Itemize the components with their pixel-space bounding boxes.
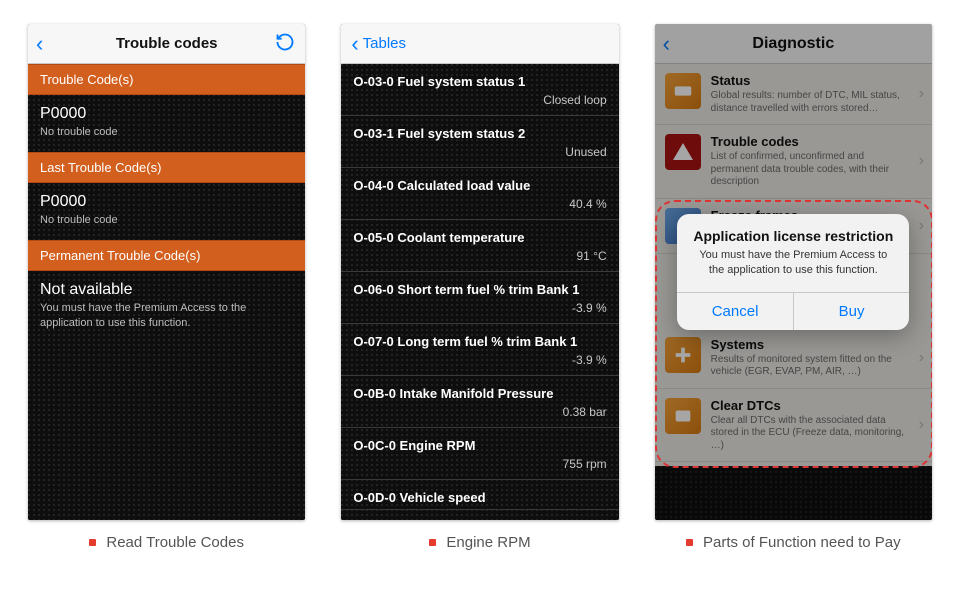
data-row[interactable]: O-0B-0 Intake Manifold Pressure0.38 bar	[341, 376, 618, 428]
alert-title: Application license restriction	[677, 214, 909, 248]
caption-1: Read Trouble Codes	[28, 534, 305, 551]
code-item[interactable]: Not available You must have the Premium …	[28, 271, 305, 343]
data-row[interactable]: O-04-0 Calculated load value40.4 %	[341, 168, 618, 220]
screen-trouble-codes: ‹ Trouble codes Trouble Code(s) P0000 No…	[28, 24, 305, 520]
not-available-desc: You must have the Premium Access to the …	[40, 301, 293, 331]
section-trouble-codes: Trouble Code(s)	[28, 64, 305, 95]
data-row[interactable]: O-05-0 Coolant temperature91 °C	[341, 220, 618, 272]
chevron-left-icon: ‹	[36, 33, 43, 55]
data-row[interactable]: O-0D-0 Vehicle speed	[341, 480, 618, 510]
bullet-icon	[686, 539, 693, 546]
data-row[interactable]: O-0C-0 Engine RPM755 rpm	[341, 428, 618, 480]
section-permanent-trouble-codes: Permanent Trouble Code(s)	[28, 240, 305, 271]
cancel-button[interactable]: Cancel	[677, 293, 793, 330]
code-value: P0000	[40, 193, 293, 211]
code-value: P0000	[40, 105, 293, 123]
caption-2: Engine RPM	[341, 534, 618, 551]
data-row[interactable]: O-07-0 Long term fuel % trim Bank 1-3.9 …	[341, 324, 618, 376]
refresh-button[interactable]	[275, 32, 295, 56]
alert-message: You must have the Premium Access to the …	[677, 248, 909, 292]
chevron-left-icon: ‹	[351, 33, 358, 55]
back-label: Tables	[363, 35, 406, 52]
code-desc: No trouble code	[40, 125, 293, 140]
not-available-title: Not available	[40, 281, 293, 299]
nav-title: Trouble codes	[116, 35, 218, 52]
section-last-trouble-codes: Last Trouble Code(s)	[28, 152, 305, 183]
refresh-icon	[275, 32, 295, 52]
back-button[interactable]: ‹ Tables	[351, 33, 406, 55]
screen-diagnostic: ‹ Diagnostic StatusGlobal results: numbe…	[655, 24, 932, 520]
data-row[interactable]: O-03-0 Fuel system status 1Closed loop	[341, 64, 618, 116]
bullet-icon	[429, 539, 436, 546]
code-item[interactable]: P0000 No trouble code	[28, 95, 305, 152]
navbar: ‹ Tables	[341, 24, 618, 64]
back-button[interactable]: ‹	[36, 33, 43, 55]
modal-overlay: Application license restriction You must…	[655, 24, 932, 520]
buy-button[interactable]: Buy	[793, 293, 910, 330]
license-alert: Application license restriction You must…	[677, 214, 909, 330]
caption-3: Parts of Function need to Pay	[655, 534, 932, 551]
data-row[interactable]: O-03-1 Fuel system status 2Unused	[341, 116, 618, 168]
code-item[interactable]: P0000 No trouble code	[28, 183, 305, 240]
data-row[interactable]: O-06-0 Short term fuel % trim Bank 1-3.9…	[341, 272, 618, 324]
screen-tables: ‹ Tables O-03-0 Fuel system status 1Clos…	[341, 24, 618, 520]
code-desc: No trouble code	[40, 213, 293, 228]
bullet-icon	[89, 539, 96, 546]
navbar: ‹ Trouble codes	[28, 24, 305, 64]
